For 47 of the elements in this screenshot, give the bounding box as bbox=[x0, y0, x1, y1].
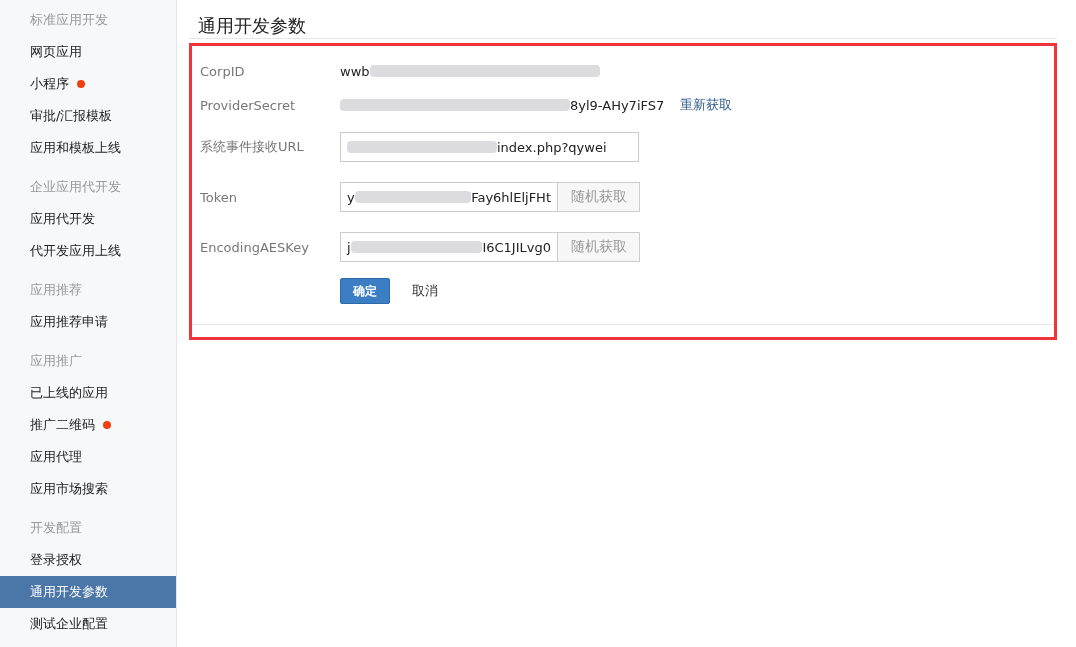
sidebar-item[interactable]: 应用和模板上线 bbox=[0, 132, 176, 164]
sidebar-item[interactable]: 代开发应用上线 bbox=[0, 235, 176, 267]
sidebar-item-label: 应用代开发 bbox=[30, 210, 95, 228]
field-label: Token bbox=[200, 189, 238, 205]
sidebar-item[interactable]: 应用代开发 bbox=[0, 203, 176, 235]
cancel-button[interactable]: 取消 bbox=[412, 282, 438, 300]
sidebar-item-label: 网页应用 bbox=[30, 43, 82, 61]
sidebar-item[interactable]: 登录授权 bbox=[0, 544, 176, 576]
sidebar-item[interactable]: 通用开发参数 bbox=[0, 576, 176, 608]
sidebar-heading: 应用推荐 bbox=[29, 281, 83, 299]
sidebar-item[interactable]: 测试企业配置 bbox=[0, 608, 176, 640]
field-label: EncodingAESKey bbox=[200, 239, 310, 255]
sidebar-heading: 应用推广 bbox=[29, 352, 83, 370]
sidebar-item-label: 代开发应用上线 bbox=[30, 242, 121, 260]
sidebar-item-label: 应用市场搜索 bbox=[30, 480, 108, 498]
sidebar-heading: 标准应用开发 bbox=[29, 11, 109, 29]
value-text: wwb bbox=[340, 63, 370, 79]
sidebar-item-label: 通用开发参数 bbox=[30, 583, 108, 601]
sidebar-item[interactable]: 小程序 bbox=[0, 68, 176, 100]
sidebar-item-label: 测试企业配置 bbox=[30, 615, 108, 633]
sidebar-item[interactable]: 网页应用 bbox=[0, 36, 176, 68]
sidebar-item[interactable]: 推广二维码 bbox=[0, 409, 176, 441]
confirm-button[interactable]: 确定 bbox=[340, 278, 390, 304]
value-text: 8yl9-AHy7iFS7 bbox=[570, 97, 665, 113]
input-field[interactable]: index.php?qywei bbox=[340, 132, 639, 162]
regenerate-link[interactable]: 重新获取 bbox=[680, 96, 733, 114]
sidebar-item[interactable]: 应用推荐申请 bbox=[0, 306, 176, 338]
sidebar-item[interactable]: 应用代理 bbox=[0, 441, 176, 473]
sidebar-item-label: 审批/汇报模板 bbox=[30, 107, 113, 125]
sidebar-item-label: 应用代理 bbox=[30, 448, 82, 466]
sidebar-heading: 开发配置 bbox=[29, 519, 83, 537]
sidebar-item-label: 登录授权 bbox=[30, 551, 82, 569]
sidebar-heading: 企业应用代开发 bbox=[29, 178, 122, 196]
page-title: 通用开发参数 bbox=[197, 14, 307, 38]
sidebar-item-label: 小程序 bbox=[30, 75, 69, 93]
sidebar-item-label: 推广二维码 bbox=[30, 416, 95, 434]
field-label: 系统事件接收URL bbox=[200, 138, 305, 156]
input-field[interactable]: y Fay6hlEljFHt bbox=[340, 182, 558, 212]
sidebar-item-label: 应用和模板上线 bbox=[30, 139, 121, 157]
input-field[interactable]: j I6C1JILvg0 bbox=[340, 232, 558, 262]
sidebar-item[interactable]: 已上线的应用 bbox=[0, 377, 176, 409]
sidebar-item[interactable]: 应用市场搜索 bbox=[0, 473, 176, 505]
sidebar-item-label: 已上线的应用 bbox=[30, 384, 108, 402]
sidebar-item[interactable]: 审批/汇报模板 bbox=[0, 100, 176, 132]
field-label: ProviderSecret bbox=[200, 97, 297, 113]
sidebar-item-label: 应用推荐申请 bbox=[30, 313, 108, 331]
field-label: CorpID bbox=[200, 63, 246, 79]
